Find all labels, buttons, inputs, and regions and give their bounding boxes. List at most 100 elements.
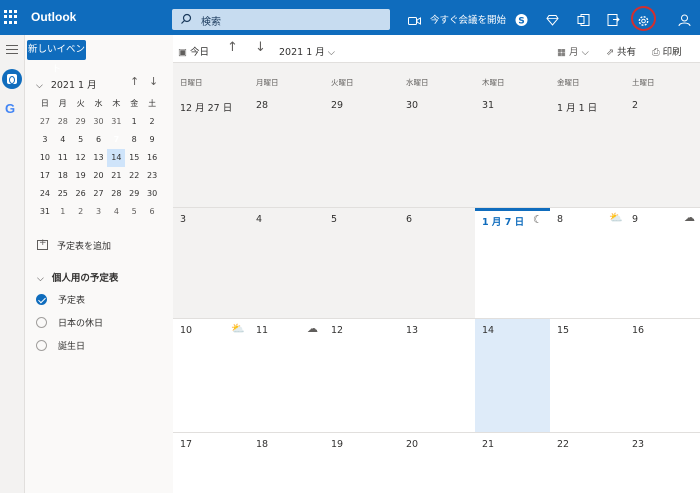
mini-day[interactable]: 12 bbox=[72, 149, 90, 167]
mini-day[interactable]: 2 bbox=[72, 203, 90, 221]
skype-icon[interactable]: S bbox=[515, 11, 528, 29]
next-month-arrow-icon[interactable]: ↓ bbox=[255, 40, 266, 55]
mini-day[interactable]: 30 bbox=[90, 113, 108, 131]
mini-day[interactable]: 28 bbox=[54, 113, 72, 131]
mini-day[interactable]: 5 bbox=[125, 203, 143, 221]
day-cell[interactable]: 5 bbox=[324, 208, 399, 318]
day-cell[interactable]: 9 ☁ bbox=[625, 208, 700, 318]
day-cell[interactable]: 19 bbox=[324, 433, 399, 493]
mini-day[interactable]: 21 bbox=[107, 167, 125, 185]
add-calendar-link[interactable]: 予定表を追加 bbox=[37, 238, 111, 252]
mini-day[interactable]: 24 bbox=[36, 185, 54, 203]
day-cell[interactable]: 31 bbox=[475, 94, 550, 206]
mini-day[interactable]: 9 bbox=[143, 131, 161, 149]
gear-icon[interactable] bbox=[637, 12, 650, 30]
mini-day[interactable]: 17 bbox=[36, 167, 54, 185]
mini-next-arrow-icon[interactable]: ↓ bbox=[149, 75, 158, 88]
mini-day[interactable]: 2 bbox=[143, 113, 161, 131]
mini-day[interactable]: 18 bbox=[54, 167, 72, 185]
day-cell[interactable]: 20 bbox=[399, 433, 475, 493]
day-cell[interactable]: 29 bbox=[324, 94, 399, 206]
google-icon[interactable]: G bbox=[5, 101, 15, 116]
calendar-item[interactable]: 予定表 bbox=[36, 293, 85, 306]
mini-day[interactable]: 29 bbox=[72, 113, 90, 131]
empty-circle-icon[interactable] bbox=[36, 317, 47, 328]
video-camera-icon[interactable] bbox=[408, 12, 421, 30]
mini-day[interactable]: 8 bbox=[125, 131, 143, 149]
mini-day[interactable]: 4 bbox=[107, 203, 125, 221]
calendar-item[interactable]: 日本の休日 bbox=[36, 316, 103, 329]
mini-day[interactable]: 27 bbox=[90, 185, 108, 203]
day-cell[interactable]: 21 bbox=[475, 433, 550, 493]
mini-day[interactable]: 29 bbox=[125, 185, 143, 203]
view-switcher[interactable]: ▦ 月 ⌵ bbox=[557, 44, 589, 58]
today-button[interactable]: ▣ 今日 bbox=[178, 44, 209, 58]
mini-day[interactable]: 31 bbox=[107, 113, 125, 131]
selected-day-cell[interactable]: 14 bbox=[475, 319, 550, 432]
whats-new-icon[interactable] bbox=[607, 11, 620, 29]
mini-day[interactable]: 26 bbox=[72, 185, 90, 203]
day-cell[interactable]: 17 bbox=[173, 433, 249, 493]
mini-day[interactable]: 15 bbox=[125, 149, 143, 167]
day-cell[interactable]: 12 bbox=[324, 319, 399, 432]
day-cell[interactable]: 13 bbox=[399, 319, 475, 432]
day-cell[interactable]: 16 bbox=[625, 319, 700, 432]
day-cell[interactable]: 12 月 27 日 bbox=[173, 94, 249, 206]
month-picker[interactable]: 2021 1 月 ⌵ bbox=[279, 44, 335, 58]
previous-month-arrow-icon[interactable]: ↑ bbox=[227, 40, 238, 55]
mini-day[interactable]: 11 bbox=[54, 149, 72, 167]
app-launcher-icon[interactable] bbox=[4, 10, 18, 24]
mini-day[interactable]: 19 bbox=[72, 167, 90, 185]
mini-day[interactable]: 6 bbox=[143, 203, 161, 221]
office-icon[interactable] bbox=[577, 11, 590, 29]
today-cell[interactable]: 1 月 7 日 ☾ bbox=[475, 208, 550, 318]
day-cell[interactable]: 4 bbox=[249, 208, 324, 318]
mini-day[interactable]: 27 bbox=[36, 113, 54, 131]
mini-day[interactable]: 25 bbox=[54, 185, 72, 203]
mini-day[interactable]: 13 bbox=[90, 149, 108, 167]
day-cell[interactable]: 28 bbox=[249, 94, 324, 206]
mini-day[interactable]: 1 bbox=[125, 113, 143, 131]
mini-day[interactable]: 28 bbox=[107, 185, 125, 203]
mini-day[interactable]: 6 bbox=[90, 131, 108, 149]
day-cell[interactable]: 11 ☁ bbox=[249, 319, 324, 432]
empty-circle-icon[interactable] bbox=[36, 340, 47, 351]
new-event-button[interactable]: 新しいイベント bbox=[27, 40, 86, 75]
search-box[interactable]: 検索 bbox=[172, 9, 390, 30]
print-button[interactable]: ⎙ 印刷 bbox=[652, 44, 682, 58]
meet-now-button[interactable]: 今すぐ会議を開始 bbox=[430, 12, 506, 26]
mini-day[interactable]: 3 bbox=[36, 131, 54, 149]
mini-day[interactable]: 20 bbox=[90, 167, 108, 185]
mini-prev-arrow-icon[interactable]: ↑ bbox=[130, 75, 139, 88]
outlook-calendar-icon[interactable] bbox=[2, 69, 22, 89]
day-cell[interactable]: 22 bbox=[550, 433, 625, 493]
mini-day[interactable]: 5 bbox=[72, 131, 90, 149]
day-cell[interactable]: 1 月 1 日 bbox=[550, 94, 625, 206]
day-cell[interactable]: 15 bbox=[550, 319, 625, 432]
mini-day[interactable]: 23 bbox=[143, 167, 161, 185]
checked-circle-icon[interactable] bbox=[36, 294, 47, 305]
mini-day[interactable]: 16 bbox=[143, 149, 161, 167]
day-cell[interactable]: 3 bbox=[173, 208, 249, 318]
mini-day[interactable]: 3 bbox=[90, 203, 108, 221]
mini-day[interactable]: 22 bbox=[125, 167, 143, 185]
mini-day[interactable]: 10 bbox=[36, 149, 54, 167]
share-button[interactable]: ⇗ 共有 bbox=[606, 44, 636, 58]
day-cell[interactable]: 2 bbox=[625, 94, 700, 206]
mini-day[interactable]: 1 bbox=[54, 203, 72, 221]
mini-day-selected[interactable]: 14 bbox=[107, 149, 126, 167]
personal-calendars-header[interactable]: ⌵ 個人用の予定表 bbox=[37, 270, 118, 284]
chevron-down-icon[interactable]: ⌵ bbox=[36, 81, 43, 91]
mini-day[interactable]: 30 bbox=[143, 185, 161, 203]
diamond-icon[interactable] bbox=[546, 11, 559, 29]
day-cell[interactable]: 10 ⛅ bbox=[173, 319, 249, 432]
day-cell[interactable]: 23 bbox=[625, 433, 700, 493]
hamburger-menu-icon[interactable] bbox=[6, 45, 18, 57]
profile-icon[interactable] bbox=[678, 11, 691, 29]
day-cell[interactable]: 30 bbox=[399, 94, 475, 206]
day-cell[interactable]: 6 bbox=[399, 208, 475, 318]
mini-day[interactable]: 4 bbox=[54, 131, 72, 149]
mini-day[interactable]: 31 bbox=[36, 203, 54, 221]
mini-day-today[interactable]: 7 bbox=[107, 131, 125, 149]
day-cell[interactable]: 8 ⛅ bbox=[550, 208, 625, 318]
